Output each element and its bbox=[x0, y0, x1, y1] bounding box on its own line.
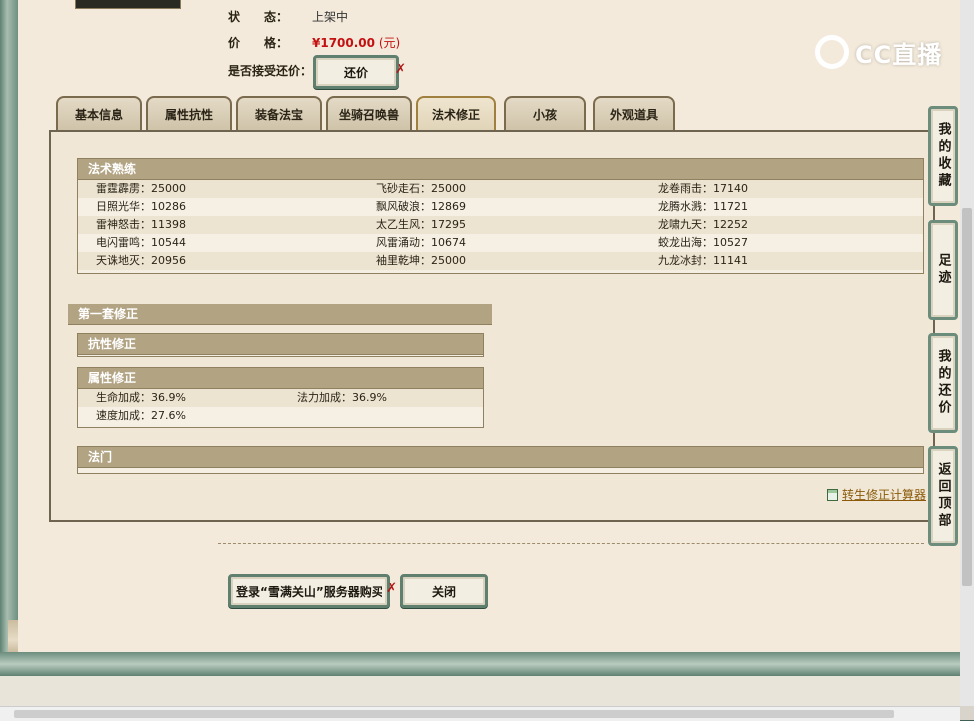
school-title: 法门 bbox=[78, 447, 923, 468]
skill-cell: 袖里乾坤：25000 bbox=[376, 254, 466, 267]
rebirth-calculator-link[interactable]: 转生修正计算器 bbox=[827, 486, 926, 503]
back-to-top-button[interactable]: 返回顶部 bbox=[928, 446, 958, 546]
resist-correction-box: 抗性修正 bbox=[77, 333, 484, 357]
resist-correction-title: 抗性修正 bbox=[78, 334, 483, 355]
bargain-button-label: 还价 bbox=[343, 65, 368, 80]
divider bbox=[218, 543, 924, 544]
vertical-scroll-thumb[interactable] bbox=[962, 208, 972, 586]
status-value: 上架中 bbox=[312, 10, 349, 24]
skill-cell: 九龙冰封：11141 bbox=[658, 254, 748, 267]
price-unit: (元) bbox=[378, 36, 401, 50]
close-button[interactable]: 关闭 bbox=[400, 574, 488, 608]
bargain-label: 是否接受还价： bbox=[228, 64, 313, 78]
school-box: 法门 bbox=[77, 446, 924, 474]
tab-spell-correction[interactable]: 法术修正 bbox=[416, 96, 496, 130]
skill-cell: 日照光华：10286 bbox=[96, 200, 186, 213]
attr-correction-box: 属性修正 生命加成：36.9% 法力加成：36.9% 速度加成：27.6% bbox=[77, 367, 484, 428]
skill-proficiency-title: 法术熟练 bbox=[78, 159, 923, 180]
price-label: 价 格： bbox=[228, 36, 289, 50]
rebirth-calculator-label: 转生修正计算器 bbox=[842, 488, 927, 502]
skill-cell: 飞砂走石：25000 bbox=[376, 182, 466, 195]
item-image bbox=[75, 0, 181, 9]
attr-grid: 生命加成：36.9% 法力加成：36.9% 速度加成：27.6% bbox=[78, 389, 483, 425]
skill-cell: 飘风破浪：12869 bbox=[376, 200, 466, 213]
skill-cell: 龙腾水溅：11721 bbox=[658, 200, 748, 213]
table-row: 生命加成：36.9% 法力加成：36.9% bbox=[78, 389, 483, 407]
bottom-decor-strip bbox=[0, 652, 974, 676]
first-set-header: 第一套修正 bbox=[68, 304, 492, 325]
tab-mount-summon[interactable]: 坐骑召唤兽 bbox=[326, 96, 412, 130]
attr-correction-title: 属性修正 bbox=[78, 368, 483, 389]
table-row: 电闪雷鸣：10544 风雷涌动：10674 蛟龙出海：10527 bbox=[78, 234, 923, 252]
login-buy-label: 登录“雪满关山”服务器购买 bbox=[236, 584, 382, 599]
tab-equipment[interactable]: 装备法宝 bbox=[236, 96, 322, 130]
price-amount: ¥1700.00 bbox=[312, 36, 376, 50]
skill-cell: 雷神怒击：11398 bbox=[96, 218, 186, 231]
ribbon-icon: ✗ bbox=[395, 62, 406, 77]
skill-grid: 雷霆霹雳：25000 飞砂走石：25000 龙卷雨击：17140 日照光华：10… bbox=[78, 180, 923, 270]
close-button-label: 关闭 bbox=[431, 584, 456, 599]
tab-child[interactable]: 小孩 bbox=[504, 96, 586, 130]
first-set-title: 第一套修正 bbox=[68, 304, 492, 325]
tab-basic-info[interactable]: 基本信息 bbox=[56, 96, 142, 130]
table-row: 天诛地灭：20956 袖里乾坤：25000 九龙冰封：11141 bbox=[78, 252, 923, 270]
attr-cell: 法力加成：36.9% bbox=[297, 391, 387, 404]
watermark-logo: CC直播 bbox=[815, 32, 942, 72]
skill-cell: 蛟龙出海：10527 bbox=[658, 236, 748, 249]
horizontal-scroll-thumb[interactable] bbox=[14, 710, 894, 718]
price-value: ¥1700.00 (元) bbox=[312, 34, 400, 51]
skill-cell: 风雷涌动：10674 bbox=[376, 236, 466, 249]
skill-proficiency-box: 法术熟练 雷霆霹雳：25000 飞砂走石：25000 龙卷雨击：17140 日照… bbox=[77, 158, 924, 274]
skill-cell: 雷霆霹雳：25000 bbox=[96, 182, 186, 195]
horizontal-scrollbar[interactable] bbox=[0, 706, 960, 721]
table-row: 日照光华：10286 飘风破浪：12869 龙腾水溅：11721 bbox=[78, 198, 923, 216]
vertical-scrollbar[interactable] bbox=[960, 0, 974, 706]
logo-text: CC直播 bbox=[855, 40, 943, 69]
calculator-icon bbox=[827, 488, 838, 501]
tab-appearance[interactable]: 外观道具 bbox=[593, 96, 675, 130]
bargain-button[interactable]: 还价 ✗ bbox=[313, 55, 406, 89]
skill-cell: 龙卷雨击：17140 bbox=[658, 182, 748, 195]
tab-attr-resist[interactable]: 属性抗性 bbox=[146, 96, 232, 130]
my-bargain-button[interactable]: 我的还价 bbox=[928, 333, 958, 433]
skill-cell: 电闪雷鸣：10544 bbox=[96, 236, 186, 249]
footprint-button[interactable]: 足迹 bbox=[928, 220, 958, 320]
table-row: 雷霆霹雳：25000 飞砂走石：25000 龙卷雨击：17140 bbox=[78, 180, 923, 198]
skill-cell: 龙啸九天：12252 bbox=[658, 218, 748, 231]
left-frame bbox=[0, 0, 18, 660]
skill-cell: 太乙生风：17295 bbox=[376, 218, 466, 231]
my-favorites-button[interactable]: 我的收藏 bbox=[928, 106, 958, 206]
skill-cell: 天诛地灭：20956 bbox=[96, 254, 186, 267]
login-buy-button[interactable]: 登录“雪满关山”服务器购买 ✗ bbox=[228, 574, 397, 608]
table-row: 雷神怒击：11398 太乙生风：17295 龙啸九天：12252 bbox=[78, 216, 923, 234]
table-row: 速度加成：27.6% bbox=[78, 407, 483, 425]
attr-cell: 速度加成：27.6% bbox=[96, 409, 186, 422]
cc-logo-icon bbox=[815, 35, 849, 69]
attr-cell: 生命加成：36.9% bbox=[96, 391, 186, 404]
ribbon-icon: ✗ bbox=[386, 581, 397, 596]
bottom-bar bbox=[0, 676, 974, 706]
status-label: 状 态： bbox=[228, 10, 289, 24]
